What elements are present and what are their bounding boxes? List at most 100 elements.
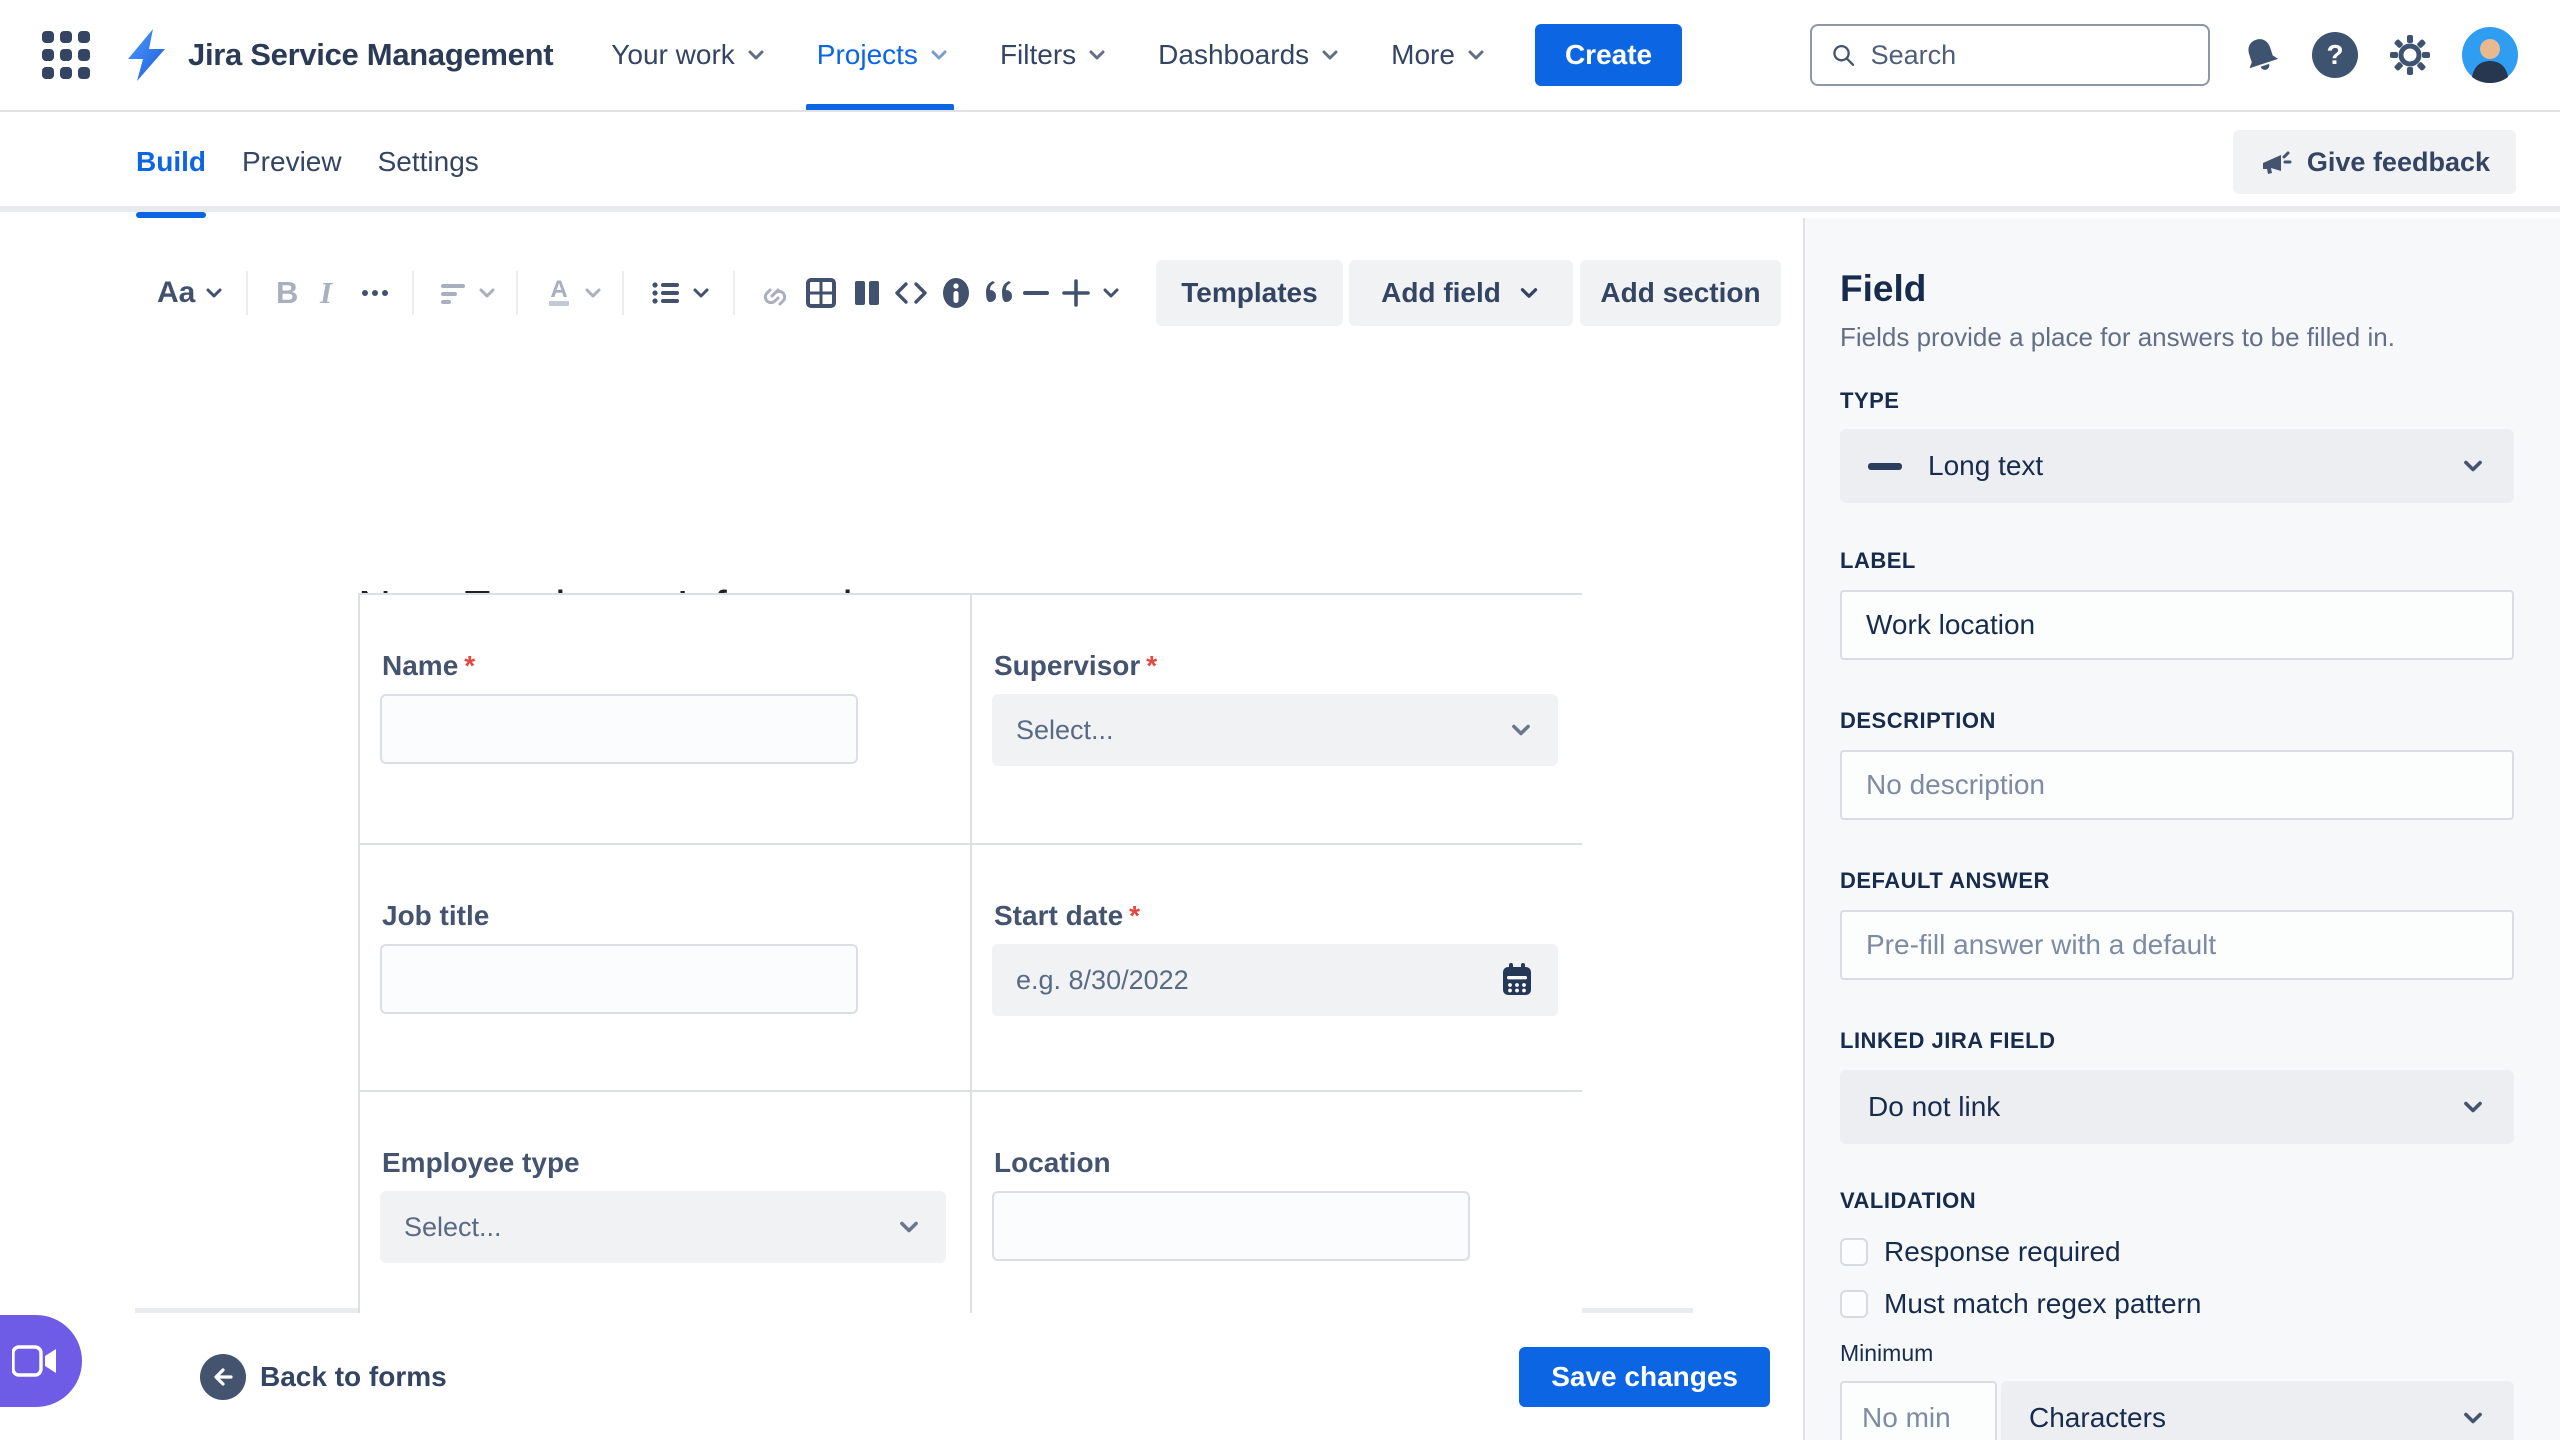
chevron-down-icon <box>2464 1101 2482 1113</box>
bullet-list-icon <box>652 282 679 304</box>
tab-build[interactable]: Build <box>136 112 206 218</box>
more-formatting-icon[interactable] <box>358 276 392 310</box>
chevron-down-icon <box>2464 460 2482 472</box>
field-label-input[interactable] <box>1840 590 2514 660</box>
help-icon[interactable]: ? <box>2312 32 2358 78</box>
calendar-icon <box>1503 963 1531 995</box>
main-nav: Your work Projects Filters Dashboards Mo… <box>611 39 1487 71</box>
chevron-down-icon <box>2464 1412 2482 1424</box>
default-answer-section-label: DEFAULT ANSWER <box>1840 868 2050 893</box>
add-section-button[interactable]: Add section <box>1580 260 1781 326</box>
regex-pattern-checkbox[interactable] <box>1840 1290 1868 1318</box>
label-section-label: LABEL <box>1840 548 1916 573</box>
form-editor-canvas: Aa B I A Templates Add field Add section… <box>0 218 1803 1313</box>
insert-plus-dropdown[interactable] <box>1060 277 1122 309</box>
validation-section-label: VALIDATION <box>1840 1188 1977 1213</box>
form-editor-tabbar: Build Preview Settings Give feedback <box>0 112 2560 218</box>
long-text-type-icon <box>1868 462 1902 470</box>
nav-dashboards[interactable]: Dashboards <box>1158 39 1341 71</box>
tab-preview[interactable]: Preview <box>242 112 342 212</box>
save-changes-button[interactable]: Save changes <box>1519 1347 1770 1407</box>
avatar[interactable] <box>2462 27 2518 83</box>
field-label: Supervisor * <box>994 650 1158 681</box>
field-type-select[interactable]: Long text <box>1840 429 2514 503</box>
response-required-checkbox[interactable] <box>1840 1238 1868 1266</box>
alignment-dropdown[interactable] <box>438 278 498 308</box>
location-input[interactable] <box>992 1191 1470 1261</box>
form-field-grid: Name * Supervisor * Select... Job title St… <box>358 593 1582 1313</box>
minimum-unit-select[interactable]: Characters <box>2001 1381 2514 1440</box>
italic-button[interactable]: I <box>320 275 332 311</box>
bold-button[interactable]: B <box>276 275 298 311</box>
text-style-dropdown[interactable]: Aa <box>157 276 225 310</box>
field-settings-panel: Field Fields provide a place for answers… <box>1803 218 2560 1440</box>
employee-type-select[interactable]: Select... <box>380 1191 946 1263</box>
panel-title: Field <box>1840 268 1927 309</box>
default-answer-input[interactable] <box>1840 910 2514 980</box>
chevron-down-icon <box>1468 50 1484 60</box>
settings-gear-icon[interactable] <box>2388 33 2432 77</box>
chevron-down-icon <box>693 288 709 298</box>
layout-columns-icon[interactable] <box>850 276 884 310</box>
minimum-value-input[interactable] <box>1840 1381 1997 1440</box>
search-icon <box>1833 44 1855 66</box>
chevron-down-icon <box>585 288 601 298</box>
form-cell-supervisor: Supervisor * Select... <box>972 595 1582 843</box>
chevron-down-icon <box>206 288 222 298</box>
chevron-down-icon <box>748 50 764 60</box>
table-icon[interactable] <box>804 276 838 310</box>
start-date-input[interactable]: e.g. 8/30/2022 <box>992 944 1558 1016</box>
linked-jira-field-select[interactable]: Do not link <box>1840 1070 2514 1144</box>
code-icon[interactable] <box>893 276 929 310</box>
supervisor-select[interactable]: Select... <box>992 694 1558 766</box>
nav-your-work[interactable]: Your work <box>611 39 766 71</box>
field-label: Job title <box>382 900 490 931</box>
field-label: Location <box>994 1147 1111 1178</box>
quote-icon[interactable] <box>982 276 1016 310</box>
form-cell-name: Name * <box>360 595 970 843</box>
nav-more[interactable]: More <box>1391 39 1487 71</box>
field-label: Start date * <box>994 900 1141 931</box>
validation-row: Response required <box>1840 1236 2514 1268</box>
name-input[interactable] <box>380 694 858 764</box>
chevron-down-icon <box>1512 724 1530 736</box>
linked-jira-field-section-label: LINKED JIRA FIELD <box>1840 1028 2056 1053</box>
chevron-down-icon <box>1103 288 1119 298</box>
svg-text:A: A <box>550 277 567 303</box>
field-description-input[interactable] <box>1840 750 2514 820</box>
give-feedback-button[interactable]: Give feedback <box>2232 130 2516 194</box>
editor-footer: Back to forms Save changes <box>0 1313 1803 1440</box>
divider-rule-icon[interactable] <box>1020 277 1052 309</box>
app-switcher-icon[interactable] <box>42 31 90 79</box>
megaphone-icon <box>2262 151 2292 174</box>
nav-filters[interactable]: Filters <box>1000 39 1108 71</box>
form-cell-location: Location <box>972 1092 1582 1313</box>
add-field-dropdown[interactable]: Add field <box>1349 260 1573 326</box>
global-search[interactable] <box>1810 24 2210 86</box>
required-asterisk: * <box>1146 650 1158 681</box>
search-input[interactable] <box>1870 39 2190 71</box>
projects-active-indicator <box>806 104 954 110</box>
arrow-left-icon <box>200 1353 246 1400</box>
text-color-dropdown[interactable]: A <box>544 277 604 309</box>
info-panel-icon[interactable] <box>938 275 974 311</box>
chevron-down-icon <box>900 1221 918 1233</box>
checkbox-label: Must match regex pattern <box>1884 1288 2202 1319</box>
jira-logo-icon[interactable] <box>120 28 174 82</box>
chevron-down-icon <box>1322 50 1338 60</box>
validation-row: Must match regex pattern <box>1840 1288 2514 1320</box>
create-button[interactable]: Create <box>1534 24 1683 86</box>
job-title-input[interactable] <box>380 944 858 1014</box>
editor-toolbar: Aa B I A Templates Add field Add section <box>0 260 1803 326</box>
tab-settings[interactable]: Settings <box>378 112 479 212</box>
panel-subtitle: Fields provide a place for answers to be… <box>1840 322 2395 352</box>
nav-projects[interactable]: Projects <box>817 39 950 71</box>
top-navigation: Jira Service Management Your work Projec… <box>0 0 2560 112</box>
description-section-label: DESCRIPTION <box>1840 708 1996 733</box>
link-icon[interactable] <box>758 276 792 310</box>
templates-button[interactable]: Templates <box>1156 260 1343 326</box>
minimum-row: Characters <box>1840 1381 2514 1440</box>
notifications-bell-icon[interactable] <box>2240 34 2282 76</box>
back-to-forms-button[interactable]: Back to forms <box>200 1353 447 1400</box>
list-dropdown[interactable] <box>650 277 712 309</box>
